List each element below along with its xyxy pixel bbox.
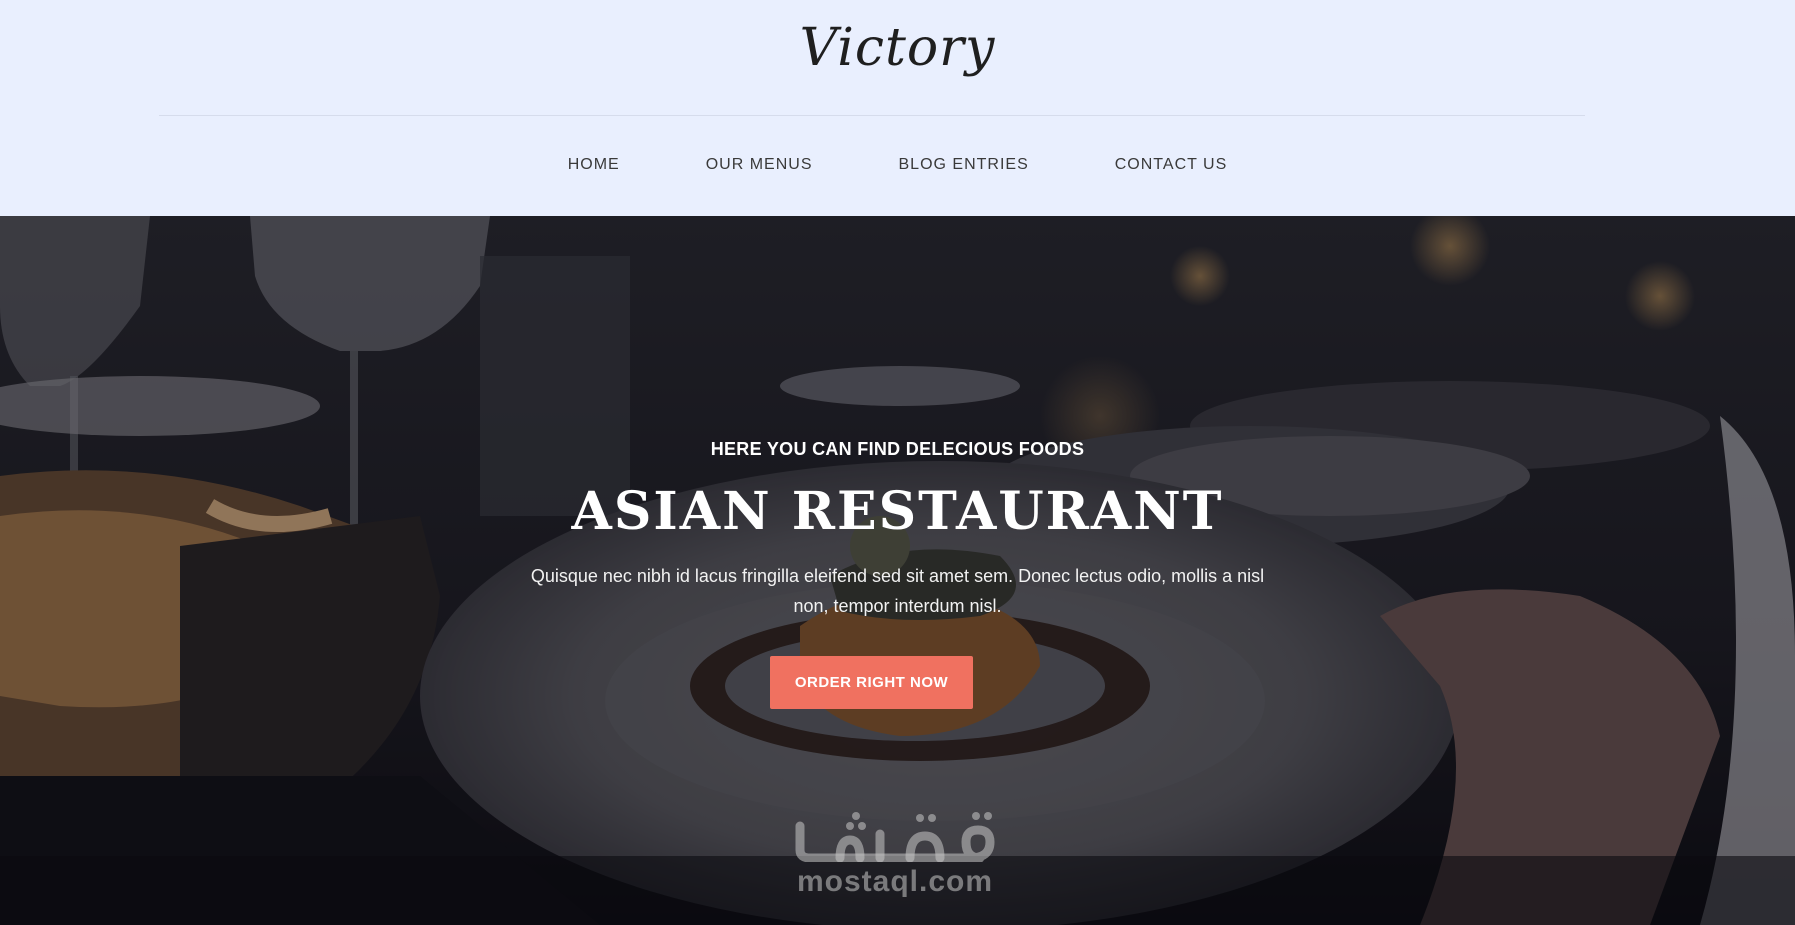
nav-item-our-menus[interactable]: OUR MENUS [663,156,856,174]
nav-item-home[interactable]: HOME [525,156,663,174]
hero-description: Quisque nec nibh id lacus fringilla elei… [530,566,1265,616]
mostaql-logo [795,812,995,863]
mostaql-watermark: mostaql.com [780,806,1010,899]
watermark-text: mostaql.com [796,865,994,898]
header-divider [159,115,1585,116]
main-nav: HOME OUR MENUS BLOG ENTRIES CONTACT US [0,156,1795,174]
hero-title: ASIAN RESTAURANT [571,481,1224,542]
nav-item-blog-entries[interactable]: BLOG ENTRIES [856,156,1072,174]
hero-subtitle: HERE YOU CAN FIND DELECIOUS FOODS [710,439,1085,459]
hero-section: HERE YOU CAN FIND DELECIOUS FOODS ASIAN … [0,216,1795,925]
site-header: Victory HOME OUR MENUS BLOG ENTRIES CONT… [0,0,1795,216]
order-now-button[interactable]: ORDER RIGHT NOW [770,656,973,709]
nav-item-contact-us[interactable]: CONTACT US [1072,156,1271,174]
brand-logo[interactable]: Victory [0,18,1795,78]
